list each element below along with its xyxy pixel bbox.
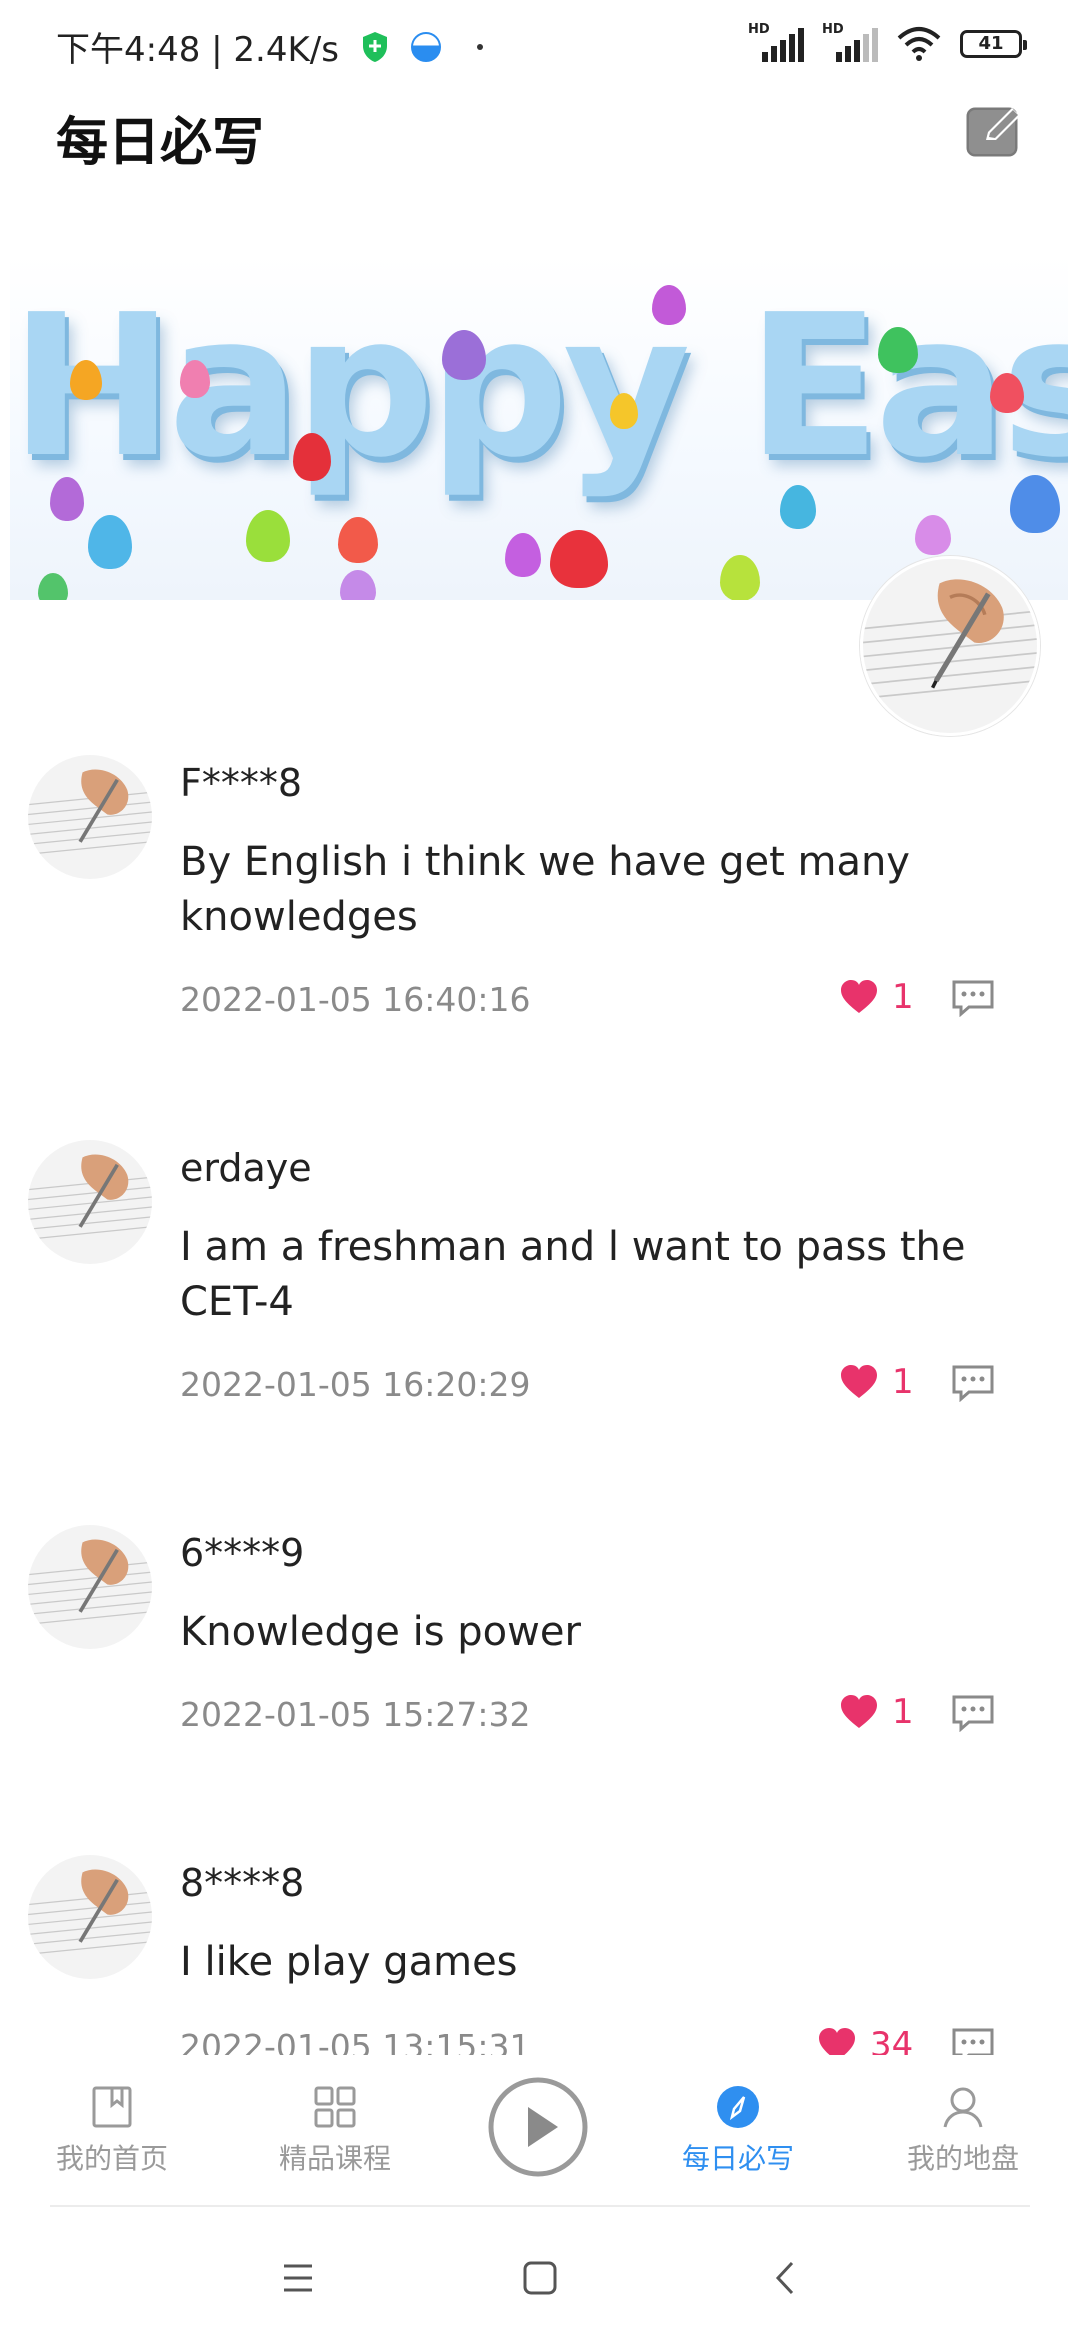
avatar[interactable]	[28, 1140, 152, 1264]
nav-label: 我的地盘	[906, 2142, 1019, 2175]
like-count: 1	[892, 977, 914, 1017]
heart-icon	[841, 980, 877, 1013]
username[interactable]: erdaye	[180, 1146, 312, 1190]
like-count: 34	[870, 2025, 914, 2055]
easter-egg	[550, 530, 608, 588]
avatar[interactable]	[28, 755, 152, 879]
writing-hand-image	[28, 755, 152, 879]
easter-egg	[780, 485, 816, 529]
like-button[interactable]: 34	[818, 2025, 913, 2055]
heart-icon	[841, 1695, 877, 1728]
play-icon[interactable]	[488, 2077, 588, 2177]
nav-item-daily-writing[interactable]: 每日必写	[658, 2085, 818, 2177]
post-time: 2022-01-05 16:40:16	[180, 980, 531, 1019]
edit-icon[interactable]	[966, 102, 1026, 158]
easter-egg	[88, 515, 132, 569]
post-content: Knowledge is power	[180, 1609, 581, 1655]
easter-egg	[180, 360, 210, 398]
post-content: I like play games	[180, 1939, 518, 1985]
home-icon[interactable]	[520, 2258, 560, 2298]
status-left: 下午4:48 | 2.4K/s	[56, 22, 483, 71]
post-time: 2022-01-05 15:27:32	[180, 1695, 531, 1734]
easter-egg	[505, 533, 541, 577]
bottom-nav: 我的首页 精品课程 每日必写 我的地盘	[0, 2055, 1080, 2205]
heart-icon	[841, 1365, 877, 1398]
easter-egg	[915, 515, 951, 555]
person-icon	[943, 2087, 983, 2128]
page-title: 每日必写	[56, 113, 265, 173]
easter-egg	[70, 360, 102, 400]
post-time: 2022-01-05 16:20:29	[180, 1365, 531, 1404]
easter-egg	[246, 510, 290, 562]
post-item[interactable]: 6****9 Knowledge is power 2022-01-05 15:…	[0, 1525, 1080, 1735]
status-bar: 下午4:48 | 2.4K/s HD HD 41	[0, 0, 1080, 90]
author-avatar[interactable]	[860, 556, 1040, 736]
system-nav-bar	[0, 2210, 1080, 2340]
nav-item-courses[interactable]: 精品课程	[255, 2085, 415, 2177]
banner-image[interactable]: Happy Easter	[10, 255, 1068, 600]
battery-icon: 41	[960, 30, 1027, 58]
easter-egg	[38, 573, 68, 600]
easter-egg	[50, 477, 84, 521]
post-item[interactable]: F****8 By English i think we have get ma…	[0, 755, 1080, 1019]
easter-egg	[610, 393, 638, 429]
post-item[interactable]: 8****8 I like play games 2022-01-05 13:1…	[0, 1855, 1080, 2055]
nav-label: 每日必写	[681, 2142, 794, 2175]
username[interactable]: 8****8	[180, 1861, 304, 1905]
writing-hand-image	[28, 1855, 152, 1979]
comment-icon[interactable]	[951, 1694, 995, 1732]
divider	[50, 2205, 1030, 2207]
writing-hand-image	[28, 1140, 152, 1264]
username[interactable]: F****8	[180, 761, 302, 805]
wifi-icon	[897, 27, 941, 61]
like-button[interactable]: 1	[840, 1692, 914, 1732]
easter-egg	[990, 373, 1024, 413]
back-icon[interactable]	[766, 2258, 806, 2298]
like-button[interactable]: 1	[840, 1362, 914, 1402]
easter-egg	[652, 285, 686, 325]
signal-icon: HD	[822, 22, 878, 62]
avatar[interactable]	[28, 1855, 152, 1979]
easter-egg	[878, 327, 918, 373]
writing-hand-image	[863, 559, 1037, 733]
nav-item-profile[interactable]: 我的地盘	[883, 2085, 1043, 2177]
comment-icon[interactable]	[951, 979, 995, 1017]
post-time: 2022-01-05 13:15:31	[180, 2027, 531, 2055]
header: 每日必写	[0, 90, 1080, 240]
username[interactable]: 6****9	[180, 1531, 304, 1575]
post-item[interactable]: erdaye I am a freshman and l want to pas…	[0, 1140, 1080, 1404]
easter-egg	[340, 570, 376, 600]
shield-icon	[362, 31, 387, 62]
menu-icon[interactable]	[278, 2258, 318, 2298]
like-button[interactable]: 1	[840, 977, 914, 1017]
app-notification-icon	[410, 31, 441, 62]
bookmark-icon	[92, 2086, 132, 2128]
status-right: HD HD 41	[748, 22, 1027, 62]
compass-icon	[717, 2086, 759, 2128]
comment-icon[interactable]	[951, 2027, 995, 2055]
comment-icon[interactable]	[951, 1364, 995, 1402]
nav-label: 精品课程	[278, 2142, 391, 2175]
easter-egg	[338, 517, 378, 563]
avatar[interactable]	[28, 1525, 152, 1649]
easter-egg	[720, 555, 760, 600]
like-count: 1	[892, 1362, 914, 1402]
signal-icon: HD	[748, 22, 804, 62]
notification-dot-icon	[476, 43, 483, 50]
heart-icon	[819, 2028, 855, 2055]
grid-icon	[314, 2086, 356, 2128]
like-count: 1	[892, 1692, 914, 1732]
post-content: I am a freshman and l want to pass the C…	[180, 1224, 966, 1325]
status-time-speed: 下午4:48 | 2.4K/s	[56, 30, 339, 70]
post-content: By English i think we have get many know…	[180, 839, 910, 940]
writing-hand-image	[28, 1525, 152, 1649]
nav-label: 我的首页	[55, 2142, 168, 2175]
banner-text: Happy Easter	[10, 273, 1068, 501]
nav-item-home[interactable]: 我的首页	[32, 2085, 192, 2177]
